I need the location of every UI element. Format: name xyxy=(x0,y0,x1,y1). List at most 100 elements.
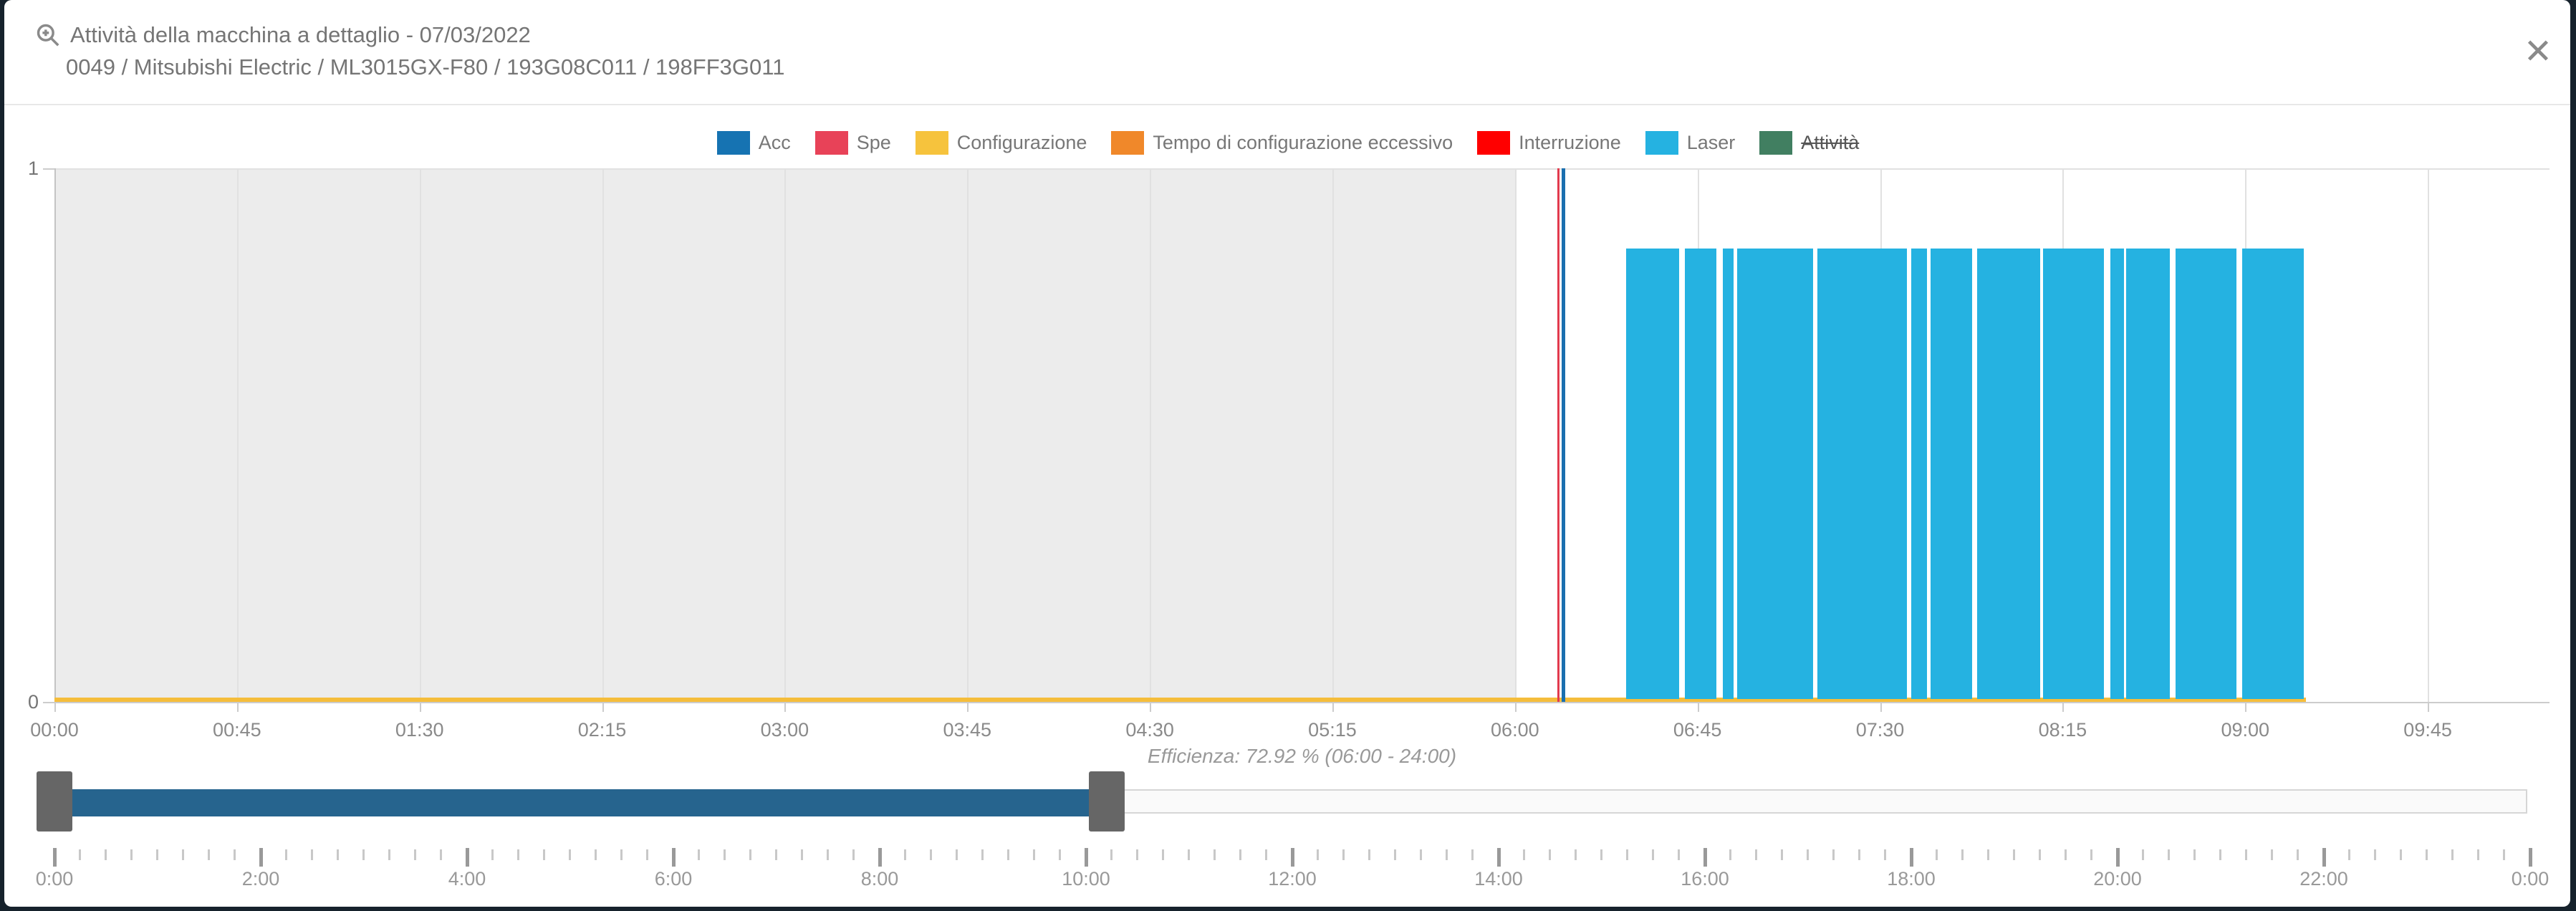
time-axis-minor-tick xyxy=(1420,849,1422,860)
time-axis-minor-tick xyxy=(698,849,700,860)
time-axis-minor-tick xyxy=(569,849,571,860)
time-axis-minor-tick xyxy=(956,849,958,860)
time-axis-minor-tick xyxy=(2065,849,2067,860)
time-axis-minor-tick xyxy=(2400,849,2402,860)
time-axis-minor-tick xyxy=(1626,849,1628,860)
time-axis-minor-tick xyxy=(2193,849,2196,860)
time-axis-minor-tick xyxy=(1317,849,1319,860)
time-axis-minor-tick xyxy=(388,849,390,860)
time-axis-minor-tick xyxy=(2451,849,2454,860)
time-axis-minor-tick xyxy=(1678,849,1680,860)
time-axis-minor-tick xyxy=(1807,849,1809,860)
time-axis-minor-tick xyxy=(620,849,623,860)
time-axis-minor-tick xyxy=(2477,849,2479,860)
time-axis-minor-tick xyxy=(2426,849,2428,860)
time-axis-minor-tick xyxy=(775,849,777,860)
time-axis-minor-tick xyxy=(930,849,932,860)
time-axis-minor-tick xyxy=(1136,849,1138,860)
time-axis-major-tick xyxy=(1910,848,1913,867)
time-axis-minor-tick xyxy=(105,849,107,860)
time-axis-label: 10:00 xyxy=(1036,868,1136,890)
time-axis-major-tick xyxy=(466,848,469,867)
time-axis-minor-tick xyxy=(1033,849,1035,860)
time-axis-minor-tick xyxy=(362,849,365,860)
time-axis-minor-tick xyxy=(2168,849,2170,860)
time-axis-label: 22:00 xyxy=(2274,868,2374,890)
range-selector: 0:002:004:006:008:0010:0012:0014:0016:00… xyxy=(0,0,2576,911)
time-axis-minor-tick xyxy=(1961,849,1964,860)
time-axis-minor-tick xyxy=(2090,849,2092,860)
time-axis-minor-tick xyxy=(156,849,158,860)
time-axis-major-tick xyxy=(1291,848,1294,867)
time-axis-minor-tick xyxy=(2142,849,2144,860)
time-axis-minor-tick xyxy=(801,849,803,860)
time-axis-minor-tick xyxy=(1239,849,1241,860)
time-axis-minor-tick xyxy=(1446,849,1448,860)
time-axis-minor-tick xyxy=(1265,849,1267,860)
time-axis-minor-tick xyxy=(2039,849,2041,860)
time-axis-label: 2:00 xyxy=(211,868,311,890)
time-axis-major-tick xyxy=(2529,848,2532,867)
time-axis-minor-tick xyxy=(2013,849,2015,860)
time-axis-minor-tick xyxy=(208,849,210,860)
time-axis-label: 18:00 xyxy=(1861,868,1961,890)
time-axis-minor-tick xyxy=(904,849,906,860)
time-axis-minor-tick xyxy=(1007,849,1009,860)
time-axis-minor-tick xyxy=(595,849,597,860)
time-axis-minor-tick xyxy=(1858,849,1860,860)
time-axis-minor-tick xyxy=(2503,849,2505,860)
time-axis-minor-tick xyxy=(1394,849,1396,860)
time-axis-minor-tick xyxy=(1729,849,1731,860)
range-selected-window[interactable] xyxy=(54,789,1107,816)
time-axis-major-tick xyxy=(2116,848,2120,867)
time-axis-minor-tick xyxy=(1987,849,1989,860)
time-axis-minor-tick xyxy=(234,849,236,860)
time-axis-major-tick xyxy=(1703,848,1707,867)
time-axis-major-tick xyxy=(259,848,263,867)
range-handle-left[interactable] xyxy=(37,771,72,832)
time-axis-minor-tick xyxy=(440,849,442,860)
time-axis-major-tick xyxy=(672,848,676,867)
time-axis-minor-tick xyxy=(1059,849,1061,860)
time-axis-minor-tick xyxy=(517,849,519,860)
time-axis-label: 8:00 xyxy=(830,868,930,890)
time-axis-minor-tick xyxy=(543,849,545,860)
time-axis-major-tick xyxy=(1085,848,1088,867)
time-axis-minor-tick xyxy=(1600,849,1602,860)
time-axis-minor-tick xyxy=(2297,849,2299,860)
time-axis-label: 20:00 xyxy=(2067,868,2168,890)
time-axis-label: 16:00 xyxy=(1655,868,1755,890)
time-axis-minor-tick xyxy=(1755,849,1757,860)
time-axis-minor-tick xyxy=(130,849,133,860)
time-axis-minor-tick xyxy=(1936,849,1938,860)
time-axis-major-tick xyxy=(53,848,57,867)
time-axis-label: 12:00 xyxy=(1242,868,1342,890)
time-axis-minor-tick xyxy=(852,849,855,860)
time-axis-label: 4:00 xyxy=(417,868,517,890)
time-axis-minor-tick xyxy=(1213,849,1216,860)
time-axis-minor-tick xyxy=(1575,849,1577,860)
time-axis-minor-tick xyxy=(827,849,829,860)
time-axis-minor-tick xyxy=(285,849,287,860)
time-axis-major-tick xyxy=(1497,848,1501,867)
time-axis-label: 0:00 xyxy=(2480,868,2576,890)
time-axis-major-tick xyxy=(2322,848,2326,867)
time-axis-minor-tick xyxy=(2374,849,2376,860)
time-axis-minor-tick xyxy=(2219,849,2221,860)
time-axis-minor-tick xyxy=(311,849,313,860)
time-axis-minor-tick xyxy=(1110,849,1112,860)
time-axis-minor-tick xyxy=(1188,849,1190,860)
time-axis-minor-tick xyxy=(749,849,751,860)
time-axis-label: 6:00 xyxy=(623,868,724,890)
time-axis-minor-tick xyxy=(724,849,726,860)
time-axis-minor-tick xyxy=(1162,849,1164,860)
time-axis-major-tick xyxy=(878,848,882,867)
time-axis-minor-tick xyxy=(1523,849,1525,860)
time-axis-minor-tick xyxy=(1652,849,1654,860)
range-handle-right[interactable] xyxy=(1089,771,1125,832)
time-axis-minor-tick xyxy=(1368,849,1370,860)
time-axis-minor-tick xyxy=(491,849,494,860)
time-axis-minor-tick xyxy=(79,849,81,860)
time-axis-minor-tick xyxy=(1781,849,1783,860)
time-axis-minor-tick xyxy=(1549,849,1551,860)
